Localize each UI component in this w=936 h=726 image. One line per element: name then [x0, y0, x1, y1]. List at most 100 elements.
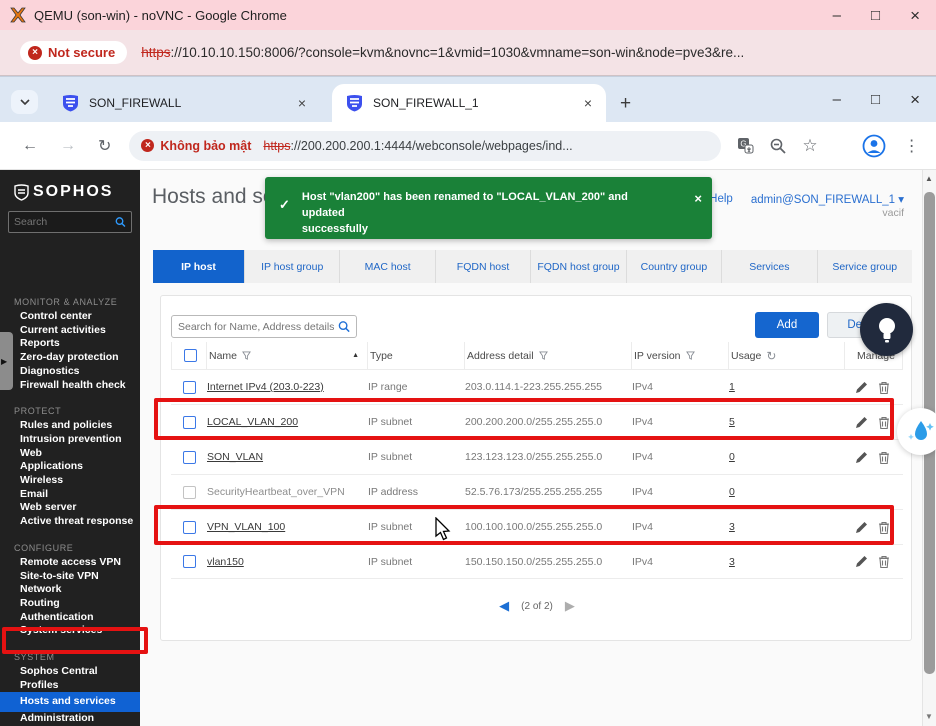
toast-close-icon[interactable]: × — [694, 191, 702, 239]
delete-icon[interactable] — [878, 555, 890, 568]
usage-count-link[interactable]: 5 — [729, 416, 735, 428]
sidebar-search[interactable] — [8, 211, 132, 233]
list-search-input[interactable] — [178, 321, 338, 333]
host-name-link[interactable]: SON_VLAN — [207, 451, 263, 463]
sidebar-item-authentication[interactable]: Authentication — [0, 611, 140, 625]
select-all-checkbox[interactable] — [184, 349, 197, 362]
host-name-link[interactable]: VPN_VLAN_100 — [207, 521, 285, 533]
sidebar-item-zero-day-protection[interactable]: Zero-day protection — [0, 351, 140, 365]
edit-icon[interactable] — [855, 381, 868, 394]
filter-icon[interactable] — [686, 351, 695, 360]
delete-icon[interactable] — [878, 521, 890, 534]
tab-ip-host[interactable]: IP host — [153, 250, 245, 283]
host-name-link[interactable]: vlan150 — [207, 556, 244, 568]
tab-ip-host-group[interactable]: IP host group — [245, 250, 340, 283]
address-bar[interactable]: × Không bảo mật https://200.200.200.1:44… — [129, 131, 721, 161]
tab-fqdn-host[interactable]: FQDN host — [436, 250, 531, 283]
link-help[interactable]: Help — [709, 193, 733, 205]
sidebar-item-email[interactable]: Email — [0, 488, 140, 502]
tab-fqdn-host-group[interactable]: FQDN host group — [531, 250, 626, 283]
zoom-icon[interactable] — [770, 138, 786, 154]
usage-count-link[interactable]: 1 — [729, 381, 735, 393]
row-checkbox[interactable] — [183, 416, 196, 429]
scroll-up-icon[interactable]: ▲ — [925, 174, 933, 183]
sidebar-item-active-threat-response[interactable]: Active threat response — [0, 515, 140, 529]
usage-count-link[interactable]: 3 — [729, 521, 735, 533]
sidebar-item-web[interactable]: Web — [0, 447, 140, 461]
account-menu[interactable]: admin@SON_FIREWALL_1 ▾ — [751, 192, 904, 206]
close-icon[interactable]: × — [910, 91, 920, 108]
maximize-icon[interactable]: □ — [871, 8, 880, 23]
list-search[interactable] — [171, 315, 357, 338]
sidebar-item-system-services[interactable]: System services — [0, 624, 140, 638]
sidebar-item-sophos-central[interactable]: Sophos Central — [0, 665, 140, 679]
sidebar-item-web-server[interactable]: Web server — [0, 501, 140, 515]
edit-icon[interactable] — [855, 451, 868, 464]
back-icon[interactable]: ← — [22, 137, 38, 155]
row-checkbox[interactable] — [183, 381, 196, 394]
row-checkbox[interactable] — [183, 451, 196, 464]
sidebar-item-wireless[interactable]: Wireless — [0, 474, 140, 488]
sidebar-item-diagnostics[interactable]: Diagnostics — [0, 365, 140, 379]
refresh-icon[interactable]: ↻ — [766, 349, 776, 363]
edit-icon[interactable] — [855, 555, 868, 568]
tab-son-firewall-1-active[interactable]: SON_FIREWALL_1 × — [332, 84, 606, 122]
sidebar-collapse-handle[interactable]: ▶ — [0, 332, 13, 390]
sidebar-item-routing[interactable]: Routing — [0, 597, 140, 611]
forward-icon[interactable]: → — [60, 137, 76, 155]
menu-dots-icon[interactable]: ⋮ — [904, 136, 920, 156]
sidebar-search-input[interactable] — [14, 216, 115, 228]
assistant-lightbulb-button[interactable] — [860, 303, 913, 356]
edit-icon[interactable] — [855, 521, 868, 534]
sidebar-item-hosts-and-services[interactable]: Hosts and services — [0, 692, 140, 712]
delete-icon[interactable] — [878, 381, 890, 394]
minimize-icon[interactable]: – — [833, 8, 841, 23]
bookmark-star-icon[interactable]: ☆ — [802, 136, 817, 156]
sidebar-item-administration[interactable]: Administration — [0, 712, 140, 726]
tab-services[interactable]: Services — [722, 250, 817, 283]
sidebar-item-site-to-site-vpn[interactable]: Site-to-site VPN — [0, 570, 140, 584]
minimize-icon[interactable]: – — [833, 92, 841, 107]
maximize-icon[interactable]: □ — [871, 92, 880, 107]
add-button[interactable]: Add — [755, 312, 819, 338]
tab-son-firewall[interactable]: SON_FIREWALL × — [48, 84, 320, 122]
sort-asc-icon[interactable]: ▲ — [352, 352, 359, 359]
host-name-link[interactable]: LOCAL_VLAN_200 — [207, 416, 298, 428]
edit-icon[interactable] — [855, 416, 868, 429]
filter-icon[interactable] — [539, 351, 548, 360]
sidebar-item-control-center[interactable]: Control center — [0, 310, 140, 324]
water-drop-widget[interactable] — [897, 408, 936, 455]
sidebar-item-reports[interactable]: Reports — [0, 337, 140, 351]
sidebar-item-current-activities[interactable]: Current activities — [0, 324, 140, 338]
tab-mac-host[interactable]: MAC host — [340, 250, 435, 283]
sidebar-item-rules-and-policies[interactable]: Rules and policies — [0, 419, 140, 433]
tab-close-icon[interactable]: × — [298, 95, 306, 111]
scroll-down-icon[interactable]: ▼ — [925, 712, 933, 721]
sidebar-item-firewall-health-check[interactable]: Firewall health check — [0, 379, 140, 393]
host-name-link[interactable]: Internet IPv4 (203.0-223) — [207, 381, 324, 393]
page-prev-icon[interactable]: ◀ — [499, 598, 509, 614]
outer-security-chip[interactable]: × Not secure — [20, 41, 127, 64]
profile-avatar-icon[interactable] — [862, 134, 886, 158]
new-tab-button[interactable]: + — [620, 93, 631, 115]
delete-icon[interactable] — [878, 416, 890, 429]
close-icon[interactable]: × — [910, 7, 920, 24]
sidebar-item-applications[interactable]: Applications — [0, 460, 140, 474]
delete-icon[interactable] — [878, 451, 890, 464]
sidebar-item-network[interactable]: Network — [0, 583, 140, 597]
sidebar-item-intrusion-prevention[interactable]: Intrusion prevention — [0, 433, 140, 447]
reload-icon[interactable]: ↻ — [98, 136, 111, 156]
filter-icon[interactable] — [242, 351, 251, 360]
translate-icon[interactable]: G — [737, 137, 754, 154]
tab-service-group[interactable]: Service group — [818, 250, 912, 283]
sidebar-item-profiles[interactable]: Profiles — [0, 679, 140, 693]
usage-count-link[interactable]: 0 — [729, 486, 735, 498]
tab-search-button[interactable] — [11, 90, 38, 114]
tab-country-group[interactable]: Country group — [627, 250, 722, 283]
row-checkbox[interactable] — [183, 555, 196, 568]
usage-count-link[interactable]: 0 — [729, 451, 735, 463]
usage-count-link[interactable]: 3 — [729, 556, 735, 568]
sidebar-item-remote-access-vpn[interactable]: Remote access VPN — [0, 556, 140, 570]
outer-url[interactable]: https://10.10.10.150:8006/?console=kvm&n… — [141, 45, 744, 60]
tab-close-icon[interactable]: × — [584, 95, 592, 111]
